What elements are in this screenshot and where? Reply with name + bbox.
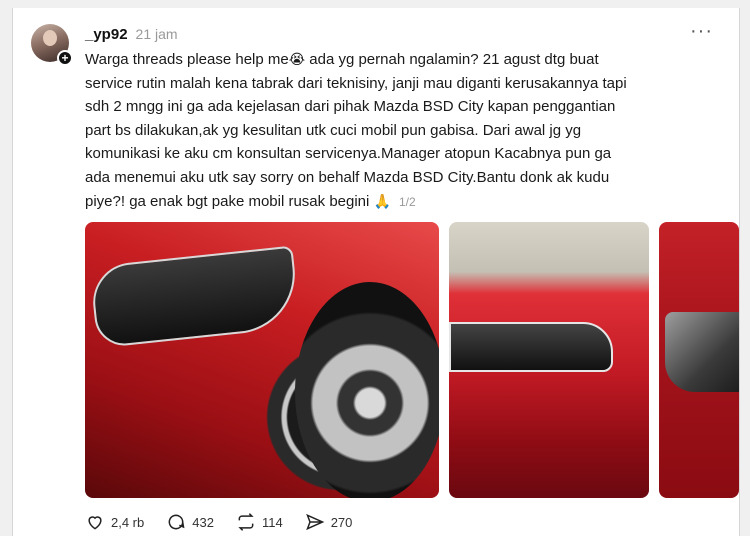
photo-side-damage[interactable] — [659, 222, 739, 498]
headlight-shape — [665, 312, 739, 392]
headlight-shape — [449, 322, 613, 372]
wheel-shape — [295, 282, 439, 498]
repost-button[interactable]: 114 — [236, 512, 283, 532]
heart-icon — [88, 516, 102, 530]
send-icon — [305, 513, 325, 531]
comment-count: 432 — [192, 514, 214, 530]
repost-icon — [238, 513, 254, 531]
like-button[interactable]: 2,4 rb — [85, 512, 144, 532]
post-card: + _yp92 21 jam ··· Warga threads please … — [12, 8, 740, 536]
post-text-start: Warga threads please help me — [85, 51, 289, 68]
photo-carousel[interactable] — [85, 222, 739, 498]
share-count: 270 — [330, 514, 353, 530]
share-button[interactable]: 270 — [305, 512, 353, 532]
post-text-body: ada yg pernah ngalamin? 21 agust dtg bua… — [85, 51, 627, 210]
like-count: 2,4 rb — [111, 514, 145, 530]
pray-emoji: 🙏 — [373, 192, 391, 209]
crying-emoji: 😭 — [288, 51, 306, 67]
repost-count: 114 — [261, 514, 283, 530]
action-bar: 2,4 rb 432 114 270 — [85, 512, 352, 532]
post-time: 21 jam — [135, 26, 178, 42]
post-text: Warga threads please help me😭 ada yg per… — [85, 48, 725, 214]
comment-icon — [168, 514, 185, 530]
photo-front-bumper[interactable] — [449, 222, 649, 498]
photo-damaged-headlight-wheel[interactable] — [85, 222, 439, 498]
username[interactable]: _yp92 — [85, 26, 128, 43]
post-header: _yp92 21 jam — [85, 24, 178, 44]
follow-plus-icon[interactable]: + — [57, 50, 73, 66]
headlight-shape — [89, 245, 301, 349]
comment-button[interactable]: 432 — [166, 512, 214, 532]
image-counter: 1/2 — [398, 194, 416, 209]
more-horizontal-icon[interactable]: ··· — [690, 20, 713, 43]
